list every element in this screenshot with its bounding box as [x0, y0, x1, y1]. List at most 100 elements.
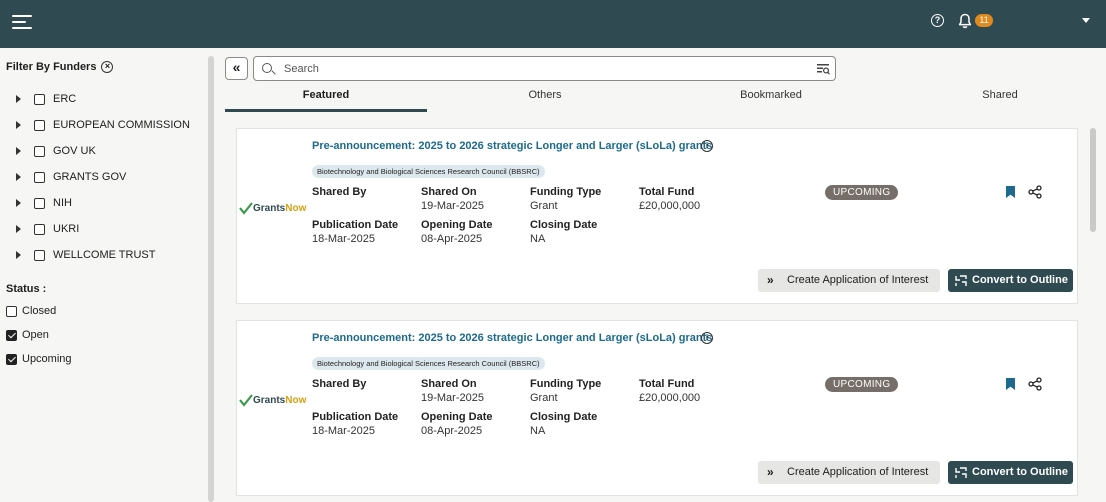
- double-chevron-right-icon: »: [767, 465, 774, 479]
- create-application-of-interest-button[interactable]: » Create Application of Interest: [758, 269, 940, 292]
- shared-by-field: Shared By: [312, 186, 366, 200]
- publication-date-field: Publication Date 18-Mar-2025: [312, 219, 398, 245]
- hamburger-menu-icon[interactable]: [12, 13, 34, 31]
- notification-count-badge[interactable]: 11: [975, 14, 993, 27]
- field-value: 19-Mar-2025: [421, 392, 484, 404]
- user-menu-caret-icon[interactable]: [1082, 18, 1090, 23]
- funder-checkbox[interactable]: [34, 249, 45, 261]
- grant-card: Pre-announcement: 2025 to 2026 strategic…: [236, 320, 1078, 496]
- expand-caret-icon[interactable]: [16, 225, 21, 233]
- field-label: Total Fund: [639, 378, 695, 390]
- tab-shared[interactable]: Shared: [900, 89, 1100, 101]
- grant-title-link[interactable]: Pre-announcement: 2025 to 2026 strategic…: [312, 140, 712, 152]
- expand-caret-icon[interactable]: [16, 147, 21, 155]
- field-value: £20,000,000: [639, 200, 701, 212]
- field-label: Shared By: [312, 186, 367, 198]
- grantsnow-logo: Grants Now: [239, 393, 306, 407]
- funder-item-european-commission[interactable]: EUROPEAN COMMISSION: [16, 117, 190, 133]
- logo-check-icon: [239, 202, 253, 215]
- expand-caret-icon[interactable]: [16, 199, 21, 207]
- help-icon[interactable]: ?: [931, 14, 944, 27]
- shared-on-field: Shared On 19-Mar-2025: [421, 378, 484, 404]
- info-icon[interactable]: i: [701, 140, 713, 152]
- status-checkbox[interactable]: [6, 329, 17, 341]
- field-label: Shared By: [312, 378, 367, 390]
- field-value: 18-Mar-2025: [312, 233, 375, 245]
- info-icon[interactable]: i: [701, 332, 713, 344]
- field-label: Opening Date: [421, 411, 493, 423]
- funder-item-grants-gov[interactable]: GRANTS GOV: [16, 169, 126, 185]
- closing-date-field: Closing Date NA: [530, 219, 597, 245]
- main-scrollbar[interactable]: [1090, 128, 1096, 232]
- funder-item-nih[interactable]: NIH: [16, 195, 72, 211]
- grant-title-link[interactable]: Pre-announcement: 2025 to 2026 strategic…: [312, 332, 712, 344]
- field-value: Grant: [530, 200, 558, 212]
- create-application-of-interest-button[interactable]: » Create Application of Interest: [758, 461, 940, 484]
- funding-type-field: Funding Type Grant: [530, 378, 601, 404]
- tab-featured[interactable]: Featured: [225, 89, 427, 101]
- status-badge: UPCOMING: [825, 377, 899, 392]
- button-label: Create Application of Interest: [787, 274, 929, 286]
- field-value: 08-Apr-2025: [421, 233, 483, 245]
- expand-caret-icon[interactable]: [16, 121, 21, 129]
- funder-item-gov-uk[interactable]: GOV UK: [16, 143, 96, 159]
- logo-text-now: Now: [285, 202, 307, 214]
- status-checkbox[interactable]: [6, 353, 17, 365]
- total-fund-field: Total Fund £20,000,000: [639, 186, 700, 212]
- field-value: 18-Mar-2025: [312, 425, 375, 437]
- grantsnow-logo: Grants Now: [239, 201, 306, 215]
- status-checkbox[interactable]: [6, 305, 17, 317]
- sidebar-scrollbar[interactable]: [208, 56, 214, 502]
- share-icon[interactable]: [1028, 185, 1042, 199]
- opening-date-field: Opening Date 08-Apr-2025: [421, 219, 493, 245]
- button-label: Convert to Outline: [972, 466, 1068, 478]
- button-label: Convert to Outline: [972, 274, 1068, 286]
- field-label: Publication Date: [312, 219, 399, 231]
- status-label: Upcoming: [22, 353, 72, 365]
- funder-item-ukri[interactable]: UKRI: [16, 221, 79, 237]
- search-box[interactable]: [253, 56, 836, 81]
- funder-checkbox[interactable]: [34, 93, 45, 105]
- share-icon[interactable]: [1028, 377, 1042, 391]
- status-label: Closed: [22, 305, 57, 317]
- collapse-sidebar-button[interactable]: «: [225, 57, 248, 80]
- funder-checkbox[interactable]: [34, 197, 45, 209]
- active-tab-indicator: [225, 109, 427, 112]
- convert-to-outline-button[interactable]: Convert to Outline: [948, 461, 1073, 484]
- bookmark-icon[interactable]: [1006, 186, 1015, 198]
- tab-others[interactable]: Others: [445, 89, 645, 101]
- status-item-closed[interactable]: Closed: [6, 305, 56, 317]
- logo-text-grants: Grants: [253, 394, 286, 406]
- bookmark-icon[interactable]: [1006, 378, 1015, 390]
- top-bar: ? 11: [0, 0, 1106, 48]
- field-value: NA: [530, 425, 546, 437]
- funder-checkbox[interactable]: [34, 223, 45, 235]
- expand-caret-icon[interactable]: [16, 173, 21, 181]
- expand-caret-icon[interactable]: [16, 95, 21, 103]
- field-value: 19-Mar-2025: [421, 200, 484, 212]
- search-icon: [262, 63, 272, 73]
- status-item-upcoming[interactable]: Upcoming: [6, 353, 72, 365]
- funder-checkbox[interactable]: [34, 171, 45, 183]
- sidebar: Filter By Funders × ERC EUROPEAN COMMISS…: [0, 48, 208, 502]
- funder-label: EUROPEAN COMMISSION: [53, 119, 190, 131]
- expand-caret-icon[interactable]: [16, 251, 21, 259]
- field-value: Grant: [530, 392, 558, 404]
- clear-filter-icon[interactable]: ×: [101, 61, 114, 73]
- search-input[interactable]: [284, 60, 804, 78]
- funder-checkbox[interactable]: [34, 145, 45, 157]
- convert-icon: [955, 467, 967, 478]
- search-options-icon[interactable]: [817, 63, 830, 75]
- field-value: 08-Apr-2025: [421, 425, 483, 437]
- total-fund-field: Total Fund £20,000,000: [639, 378, 700, 404]
- funder-checkbox[interactable]: [34, 119, 45, 131]
- closing-date-field: Closing Date NA: [530, 411, 597, 437]
- tab-bookmarked[interactable]: Bookmarked: [671, 89, 871, 101]
- bell-icon[interactable]: [958, 13, 972, 29]
- funder-item-wellcome-trust[interactable]: WELLCOME TRUST: [16, 247, 155, 263]
- field-label: Closing Date: [530, 219, 598, 231]
- convert-icon: [955, 275, 967, 286]
- status-item-open[interactable]: Open: [6, 329, 49, 341]
- funder-item-erc[interactable]: ERC: [16, 91, 76, 107]
- convert-to-outline-button[interactable]: Convert to Outline: [948, 269, 1073, 292]
